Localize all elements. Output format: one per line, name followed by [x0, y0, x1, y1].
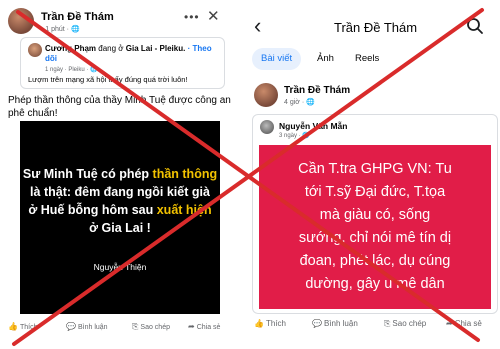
copy-button[interactable]: ⎘ Sao chép	[132, 322, 170, 332]
image-text-line: mà giàu có, sống	[319, 207, 431, 223]
left-post-screenshot: Trần Đề Thám · 1 phút · 🌐 ••• ✕ Cương Ph…	[0, 0, 238, 349]
close-icon[interactable]: ✕	[207, 7, 220, 25]
post-header: Trần Đề Thám · 1 phút · 🌐 ••• ✕	[8, 8, 233, 36]
search-icon[interactable]	[466, 17, 484, 35]
shared-post-title: Cương Phạm đang ở Gia Lai - Pleiku. · Th…	[45, 44, 212, 63]
comment-icon: 💬	[66, 322, 76, 331]
page-title: Trần Đề Thám	[334, 20, 418, 35]
image-text-line: Cần T.tra GHPG VN: Tu	[298, 161, 452, 177]
shared-post-card[interactable]: Cương Phạm đang ở Gia Lai - Pleiku. · Th…	[20, 37, 225, 89]
comment-button[interactable]: 💬 Bình luận	[312, 319, 358, 328]
shared-post-text: Lượm trên mạng xã hội thấy đúng quá trời…	[28, 75, 188, 84]
copy-icon: ⎘	[384, 319, 391, 328]
post-time: 4 giờ · 🌐	[284, 99, 315, 106]
share-icon: ➦	[188, 322, 195, 331]
post-image[interactable]: Cần T.tra GHPG VN: Tu tới T.sỹ Đại đức, …	[259, 145, 491, 309]
comment-button[interactable]: 💬 Bình luận	[66, 322, 108, 331]
right-post-screenshot: ‹ Trần Đề Thám Bài viết Ảnh Reels Trần Đ…	[244, 0, 500, 349]
image-signature: Nguyễn Thiện	[93, 262, 147, 272]
thumbs-up-icon: 👍	[8, 322, 18, 331]
image-text-line: ở Huế bỗng hôm sau xuất hiện	[28, 203, 212, 217]
copy-button[interactable]: ⎘ Sao chép	[384, 319, 426, 329]
post-image[interactable]: Sư Minh Tuệ có phép thần thông là thật: …	[20, 121, 220, 314]
image-text-line: Sư Minh Tuệ có phép thần thông	[22, 167, 218, 181]
post-action-bar: 👍 Thích 💬 Bình luận ⎘ Sao chép ➦ Chia sẻ	[2, 322, 238, 336]
post-author[interactable]: Trần Đề Thám	[41, 11, 114, 23]
post-subline: · 1 phút · 🌐	[41, 26, 80, 33]
post-action-bar: 👍 Thích 💬 Bình luận ⎘ Sao chép ➦ Chia sẻ	[254, 319, 499, 333]
profile-tabs: Bài viết Ảnh Reels	[252, 48, 497, 70]
image-text-line: tới T.sỹ Đại đức, T.tọa	[304, 184, 446, 200]
image-text-line: đoan, phét lác, dụ cúng	[299, 253, 451, 269]
image-text-line: là thật: đêm đang ngồi kiết già	[30, 185, 210, 199]
shared-post-author[interactable]: Nguyễn Văn Mẫn	[279, 121, 347, 131]
image-text-line: sướng, chỉ nói mê tín dị	[298, 230, 452, 246]
share-icon: ➦	[446, 319, 453, 328]
post-author[interactable]: Trần Đề Thám	[284, 85, 350, 96]
more-options-icon[interactable]: •••	[184, 10, 200, 24]
tab-reels[interactable]: Reels	[346, 48, 388, 70]
avatar[interactable]	[254, 83, 278, 107]
image-text-line: dường, gây u mê dân	[305, 276, 445, 292]
avatar[interactable]	[28, 43, 42, 57]
back-arrow-icon[interactable]: ‹	[254, 15, 261, 37]
comment-icon: 💬	[312, 319, 322, 328]
shared-post-meta: 1 ngày · Pleiku · 🌐	[45, 67, 98, 73]
image-text-line: ở Gia Lai !	[89, 221, 151, 235]
post: Trần Đề Thám 4 giờ · 🌐 Nguyễn Văn Mẫn 3 …	[252, 78, 500, 349]
share-button[interactable]: ➦ Chia sẻ	[188, 322, 220, 331]
shared-post-time: 3 ngày · 🌐	[279, 133, 310, 139]
tab-photos[interactable]: Ảnh	[308, 48, 343, 70]
share-button[interactable]: ➦ Chia sẻ	[446, 319, 482, 328]
copy-icon: ⎘	[132, 322, 139, 331]
shared-post-card[interactable]: Nguyễn Văn Mẫn 3 ngày · 🌐 Cần T.tra GHPG…	[252, 114, 498, 314]
avatar[interactable]	[8, 8, 34, 34]
thumbs-up-icon: 👍	[254, 319, 264, 328]
avatar[interactable]	[260, 120, 274, 134]
tab-posts[interactable]: Bài viết	[252, 48, 302, 70]
like-button[interactable]: 👍 Thích	[254, 319, 286, 328]
post-caption: Phép thần thông của thầy Minh Tuệ được c…	[8, 95, 231, 119]
like-button[interactable]: 👍 Thích	[8, 322, 37, 331]
